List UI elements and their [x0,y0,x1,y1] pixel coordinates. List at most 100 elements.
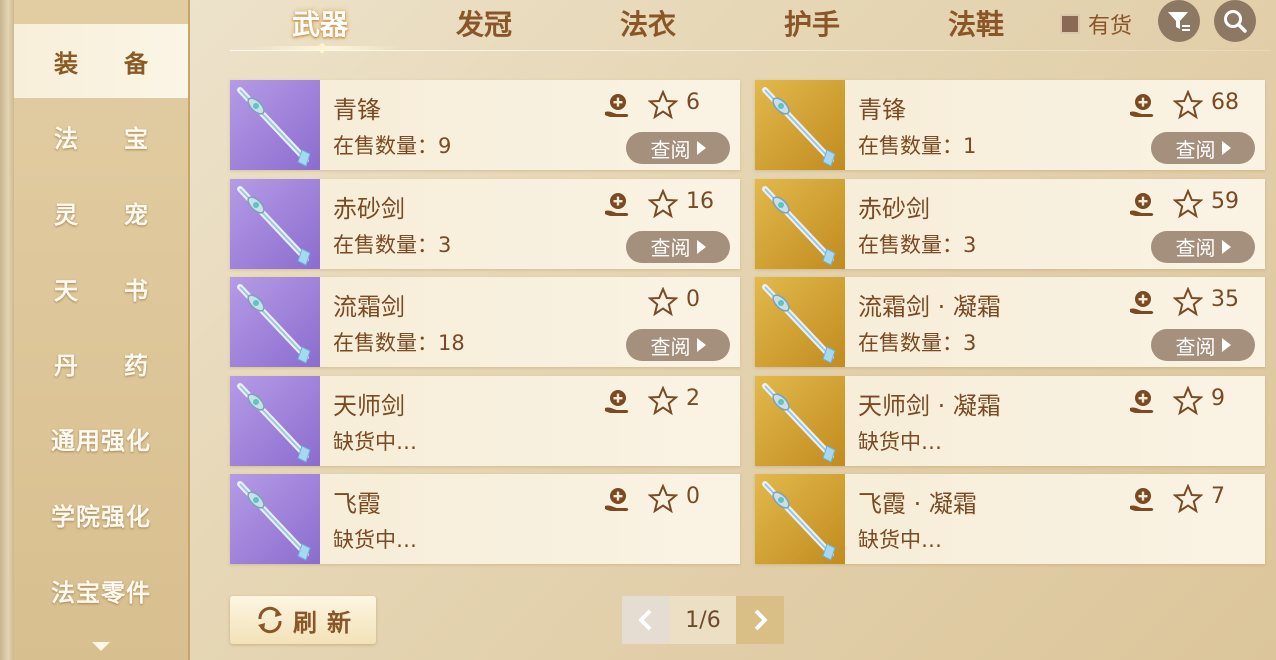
in-stock-label: 有货 [1088,14,1133,39]
star-outline-icon[interactable] [648,188,678,219]
hand-plus-icon[interactable] [1127,287,1159,319]
item-card[interactable]: 赤砂剑 在售数量：3 59 查阅 [755,178,1265,269]
sidebar-item-pet[interactable]: 灵宠 [14,182,188,242]
filter-button[interactable] [1158,0,1200,42]
view-button[interactable]: 查阅 [1151,329,1255,361]
weapon-thumbnail [755,178,845,269]
sidebar-item-academy-enhance[interactable]: 学院强化 [14,484,188,544]
item-card[interactable]: 青锋 在售数量：1 68 查阅 [755,80,1265,170]
item-card[interactable]: 流霜剑 · 凝霜 在售数量：3 35 查阅 [755,277,1265,367]
sword-icon [237,382,311,463]
hand-plus-icon[interactable] [1127,90,1159,122]
play-arrow-icon [1221,141,1231,155]
item-card[interactable]: 天师剑 缺货中… 2 [230,375,740,466]
in-stock-filter[interactable]: 有货 [1060,8,1132,40]
view-button[interactable]: 查阅 [1151,230,1255,263]
view-button[interactable]: 查阅 [626,230,730,263]
hand-plus-icon[interactable] [602,189,634,221]
item-name: 流霜剑 · 凝霜 [858,293,1001,321]
item-stock-status: 缺货中… [858,528,942,552]
category-sidebar: 装备 法宝 灵宠 天书 丹药 通用强化 学院强化 法宝零件 [14,0,190,660]
favorite-count: 0 [686,484,700,509]
hand-plus-icon[interactable] [1127,189,1159,221]
favorite-count: 9 [1211,385,1225,411]
sword-icon [237,185,311,266]
favorite-count: 6 [686,90,700,115]
item-stock-status: 在售数量：18 [333,331,465,355]
item-name: 飞霞 · 凝霜 [858,490,977,518]
hand-plus-icon[interactable] [602,484,634,516]
sword-icon [237,284,311,364]
hand-plus-icon[interactable] [1127,386,1159,418]
item-name: 青锋 [333,96,381,124]
view-button-label: 查阅 [650,236,691,260]
favorite-count: 35 [1211,287,1239,312]
item-stock-status: 在售数量：3 [858,331,977,355]
sidebar-item-elixir[interactable]: 丹药 [14,333,188,393]
tab-crown[interactable]: 发冠 [456,4,512,42]
tab-weapon[interactable]: 武器 [292,4,348,42]
item-stock-status: 在售数量：3 [858,232,977,257]
star-outline-icon[interactable] [1173,90,1203,120]
sidebar-item-equipment[interactable]: 装备 [14,24,188,98]
tab-gloves[interactable]: 护手 [784,4,840,42]
item-name: 青锋 [858,96,906,124]
item-name: 天师剑 [333,391,405,420]
tab-robe[interactable]: 法衣 [620,4,676,42]
weapon-thumbnail [230,277,320,367]
play-arrow-icon [696,141,706,155]
star-outline-icon[interactable] [1173,385,1203,416]
search-button[interactable] [1214,0,1256,42]
star-outline-icon[interactable] [1173,287,1203,317]
sidebar-item-general-enhance[interactable]: 通用强化 [14,408,188,468]
favorite-count: 0 [686,287,700,312]
weapon-thumbnail [755,474,845,564]
scroll-down-icon[interactable] [92,642,110,651]
sidebar-item-treasure-parts[interactable]: 法宝零件 [14,560,188,620]
hand-plus-icon[interactable] [602,90,634,122]
weapon-thumbnail [230,80,320,170]
sidebar-item-heavenly-book[interactable]: 天书 [14,258,188,318]
sidebar-item-treasure[interactable]: 法宝 [14,106,188,166]
prev-page-button[interactable] [622,596,670,644]
item-card[interactable]: 飞霞 · 凝霜 缺货中… 7 [755,474,1265,564]
item-card[interactable]: 天师剑 · 凝霜 缺货中… 9 [755,375,1265,466]
in-stock-checkbox[interactable] [1060,14,1080,34]
item-card[interactable]: 赤砂剑 在售数量：3 16 查阅 [230,178,740,269]
view-button[interactable]: 查阅 [626,132,730,164]
sword-icon [762,382,836,463]
star-outline-icon[interactable] [1173,188,1203,219]
item-stock-status: 在售数量：1 [858,134,977,158]
view-button[interactable]: 查阅 [1151,132,1255,164]
star-outline-icon[interactable] [648,385,678,416]
refresh-label: 刷新 [293,608,361,637]
sword-icon [237,481,311,561]
weapon-thumbnail [755,80,845,170]
filter-icon [1168,12,1190,31]
item-stock-status: 缺货中… [858,429,942,454]
item-stock-status: 在售数量：9 [333,134,452,158]
refresh-button[interactable]: 刷新 [230,596,376,644]
scroll-rod [0,0,14,660]
hand-plus-icon[interactable] [1127,484,1159,516]
refresh-icon [258,606,282,634]
play-arrow-icon [696,239,706,254]
view-button-label: 查阅 [1175,137,1216,162]
sword-icon [762,87,836,167]
star-outline-icon[interactable] [648,287,678,317]
favorite-count: 59 [1211,188,1239,214]
item-card[interactable]: 流霜剑 在售数量：18 0 查阅 [230,277,740,367]
star-outline-icon[interactable] [648,90,678,120]
star-outline-icon[interactable] [648,484,678,514]
item-name: 赤砂剑 [333,194,405,223]
page-indicator: 1/6 [670,596,736,644]
play-arrow-icon [1221,338,1231,352]
item-card[interactable]: 飞霞 缺货中… 0 [230,474,740,564]
view-button[interactable]: 查阅 [626,329,730,361]
tab-shoes[interactable]: 法鞋 [948,4,1004,42]
star-outline-icon[interactable] [1173,484,1203,514]
hand-plus-icon[interactable] [602,386,634,418]
favorite-count: 16 [686,188,714,214]
next-page-button[interactable] [736,596,784,644]
item-card[interactable]: 青锋 在售数量：9 6 查阅 [230,80,740,170]
